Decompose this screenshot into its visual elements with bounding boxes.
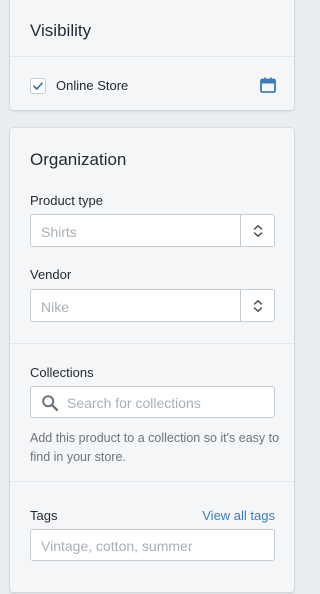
visibility-card: Visibility Online Store <box>10 0 294 110</box>
organization-card: Organization Product type Shirts Vendor … <box>10 128 294 592</box>
checkmark-icon <box>33 82 43 90</box>
collections-label: Collections <box>30 365 94 380</box>
view-all-tags-link[interactable]: View all tags <box>202 508 275 523</box>
vendor-arrows[interactable] <box>240 290 274 321</box>
select-arrows-icon <box>253 299 262 312</box>
product-type-arrows[interactable] <box>240 215 274 246</box>
organization-title: Organization <box>30 150 127 169</box>
vendor-label: Vendor <box>30 267 72 282</box>
organization-divider-2 <box>10 481 294 482</box>
organization-divider-1 <box>10 343 294 344</box>
select-arrows-icon <box>253 224 262 237</box>
product-type-placeholder: Shirts <box>41 224 77 240</box>
visibility-title: Visibility <box>30 21 92 40</box>
product-type-label: Product type <box>30 193 103 208</box>
collections-search-input[interactable]: Search for collections <box>30 386 275 418</box>
collections-help-text: Add this product to a collection so it's… <box>30 431 280 464</box>
tags-input[interactable]: Vintage, cotton, summer <box>30 529 275 561</box>
tags-placeholder: Vintage, cotton, summer <box>41 538 193 554</box>
collections-search-placeholder: Search for collections <box>67 395 201 411</box>
online-store-label: Online Store <box>56 78 129 93</box>
online-store-checkbox[interactable] <box>30 78 46 94</box>
vendor-select[interactable]: Nike <box>30 289 275 322</box>
visibility-divider <box>10 56 294 57</box>
vendor-placeholder: Nike <box>41 299 70 315</box>
calendar-icon[interactable] <box>259 76 277 94</box>
search-icon <box>42 395 59 412</box>
product-type-select[interactable]: Shirts <box>30 214 275 247</box>
tags-label: Tags <box>30 508 58 523</box>
